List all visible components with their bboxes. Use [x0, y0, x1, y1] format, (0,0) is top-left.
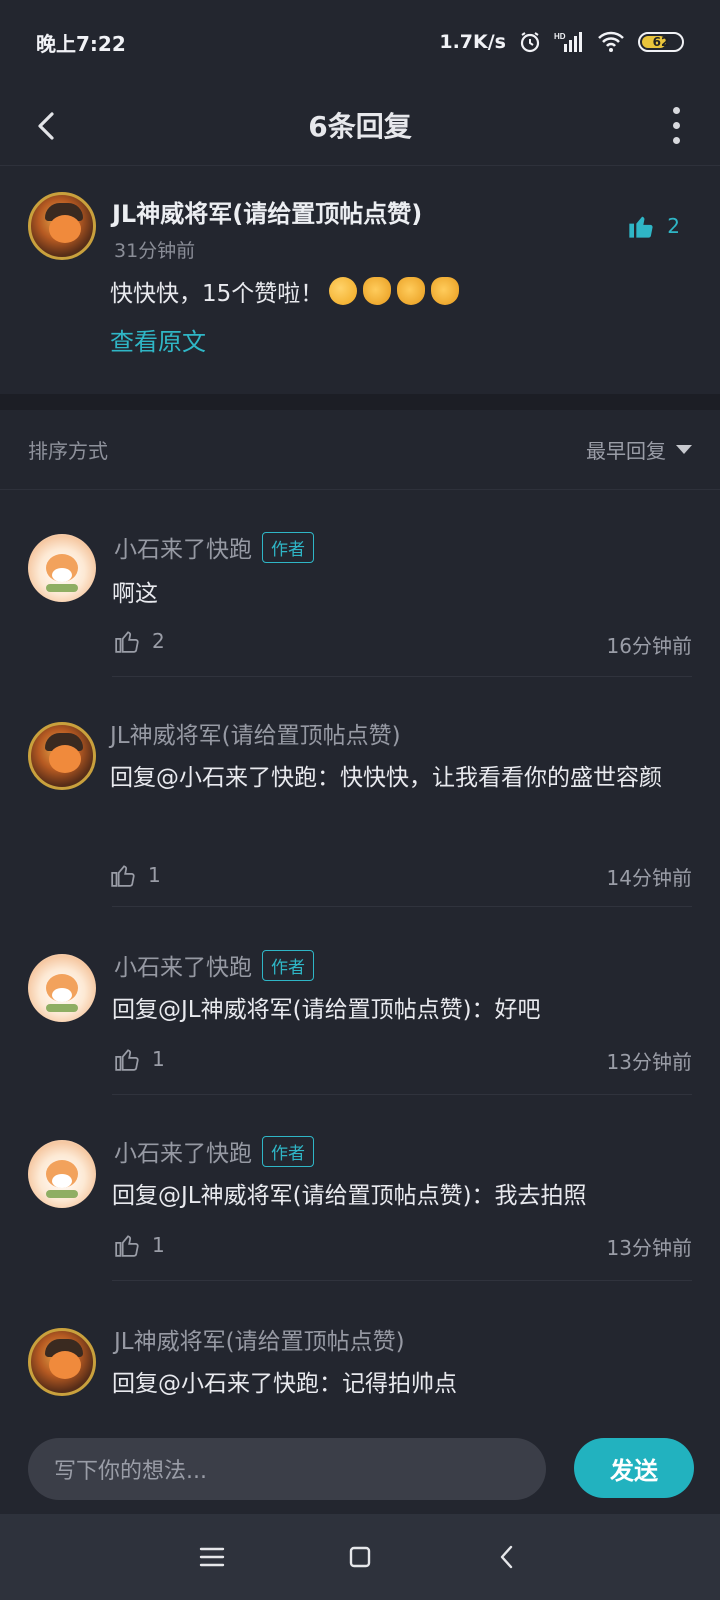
page-title: 6条回复	[308, 109, 412, 143]
reply-timestamp: 13分钟前	[606, 1050, 692, 1074]
view-original-link[interactable]: 查看原文	[110, 322, 206, 357]
author-tag-badge: 作者	[262, 1135, 314, 1167]
sort-value: 最早回复	[586, 439, 666, 463]
battery-level: 62	[652, 35, 670, 49]
reply-text: 回复@JL神威将军(请给置顶帖点赞)：我去拍照	[112, 1183, 587, 1209]
reply-like-button[interactable]: 1	[114, 1046, 165, 1072]
reply-author-name: 小石来了快跑	[114, 1141, 252, 1167]
reply-like-button[interactable]: 1	[110, 862, 161, 888]
reply-divider	[112, 1094, 692, 1095]
reply-author-name: JL神威将军(请给置顶帖点赞)	[110, 723, 401, 749]
send-button[interactable]: 发送	[574, 1438, 694, 1498]
system-navigation-bar	[0, 1514, 720, 1600]
reply-item[interactable]: 小石来了快跑 作者 啊这 2 16分钟前	[0, 490, 720, 680]
clap-hand-emoji-icon	[431, 277, 460, 305]
reply-author[interactable]: 小石来了快跑 作者	[114, 530, 314, 564]
status-icons: 1.7K/s HD 62	[439, 30, 684, 54]
comment-input[interactable]: 写下你的想法...	[28, 1438, 546, 1500]
thumbs-up-icon	[115, 1049, 139, 1071]
reply-divider	[112, 906, 692, 907]
reply-author-name: 小石来了快跑	[114, 955, 252, 981]
reply-item[interactable]: JL神威将军(请给置顶帖点赞) 回复@小石来了快跑：快快快，让我看看你的盛世容颜…	[0, 680, 720, 910]
thumbs-up-icon	[115, 631, 139, 653]
network-speed: 1.7K/s	[439, 31, 506, 53]
original-like-button[interactable]: 2	[627, 212, 680, 240]
clap-hand-emoji-icon	[363, 277, 392, 305]
wifi-icon	[598, 31, 624, 52]
reply-like-count: 1	[152, 1047, 165, 1071]
reply-timestamp: 16分钟前	[606, 634, 692, 658]
status-bar: 晚上7:22 1.7K/s HD 62	[0, 0, 720, 84]
thumbs-up-icon	[115, 1235, 139, 1257]
back-arrow-icon[interactable]	[28, 106, 68, 146]
reply-text: 回复@JL神威将军(请给置顶帖点赞)：好吧	[112, 997, 541, 1023]
author-tag-badge: 作者	[262, 531, 314, 563]
thumbs-up-filled-icon	[629, 216, 653, 238]
alarm-icon	[520, 32, 540, 53]
reply-text: 啊这	[112, 581, 158, 607]
reply-item[interactable]: JL神威将军(请给置顶帖点赞) 回复@小石来了快跑：记得拍帅点	[0, 1286, 720, 1420]
avatar[interactable]	[28, 722, 96, 790]
reply-item[interactable]: 小石来了快跑 作者 回复@JL神威将军(请给置顶帖点赞)：我去拍照 1 13分钟…	[0, 1098, 720, 1286]
home-square-icon[interactable]	[345, 1542, 375, 1572]
more-options-icon[interactable]	[670, 104, 682, 146]
reply-text: 回复@小石来了快跑：记得拍帅点	[112, 1371, 457, 1397]
original-comment-text: 快快快，15个赞啦！	[110, 274, 460, 308]
avatar[interactable]	[28, 1328, 96, 1396]
original-post: JL神威将军(请给置顶帖点赞) 31分钟前 快快快，15个赞啦！ 查看原文 2	[0, 166, 720, 394]
reply-author[interactable]: JL神威将军(请给置顶帖点赞)	[110, 716, 401, 750]
reply-like-button[interactable]: 1	[114, 1232, 165, 1258]
reply-author[interactable]: JL神威将军(请给置顶帖点赞)	[114, 1322, 405, 1356]
title-bar: 6条回复	[0, 84, 720, 166]
clap-hand-emoji-icon	[397, 277, 426, 305]
signal-icon: HD	[554, 32, 582, 52]
menu-icon[interactable]	[197, 1542, 227, 1572]
original-timestamp: 31分钟前	[114, 240, 196, 262]
status-time: 晚上7:22	[36, 31, 126, 56]
reply-divider	[112, 1280, 692, 1281]
reply-author[interactable]: 小石来了快跑 作者	[114, 1134, 314, 1168]
avatar[interactable]	[28, 954, 96, 1022]
comment-composer: 写下你的想法... 发送	[0, 1420, 720, 1514]
reply-divider	[112, 676, 692, 677]
original-comment-body: 快快快，15个赞啦！	[110, 281, 324, 307]
avatar[interactable]	[28, 192, 96, 260]
reply-like-button[interactable]: 2	[114, 628, 165, 654]
reply-like-count: 2	[152, 629, 165, 653]
sort-label: 排序方式	[28, 439, 108, 463]
reply-text: 回复@小石来了快跑：快快快，让我看看你的盛世容颜	[110, 765, 662, 791]
reply-author-name: 小石来了快跑	[114, 537, 252, 563]
author-tag-badge: 作者	[262, 949, 314, 981]
reply-author[interactable]: 小石来了快跑 作者	[114, 948, 314, 982]
back-triangle-icon[interactable]	[492, 1542, 522, 1572]
reply-item[interactable]: 小石来了快跑 作者 回复@JL神威将军(请给置顶帖点赞)：好吧 1 13分钟前	[0, 910, 720, 1098]
thumbs-up-icon	[111, 865, 135, 887]
avatar[interactable]	[28, 1140, 96, 1208]
reply-timestamp: 14分钟前	[606, 866, 692, 890]
section-divider	[0, 394, 720, 410]
dropdown-triangle-icon	[676, 445, 692, 454]
original-author-name[interactable]: JL神威将军(请给置顶帖点赞)	[112, 194, 422, 229]
original-like-count: 2	[667, 214, 680, 238]
reply-author-name: JL神威将军(请给置顶帖点赞)	[114, 1329, 405, 1355]
sort-dropdown[interactable]: 最早回复	[586, 435, 692, 464]
reply-like-count: 1	[152, 1233, 165, 1257]
battery-icon: 62	[638, 32, 684, 52]
sort-bar: 排序方式 最早回复	[0, 410, 720, 490]
avatar[interactable]	[28, 534, 96, 602]
wink-emoji-icon	[329, 277, 358, 305]
reply-like-count: 1	[148, 863, 161, 887]
reply-timestamp: 13分钟前	[606, 1236, 692, 1260]
svg-text:HD: HD	[554, 32, 566, 41]
